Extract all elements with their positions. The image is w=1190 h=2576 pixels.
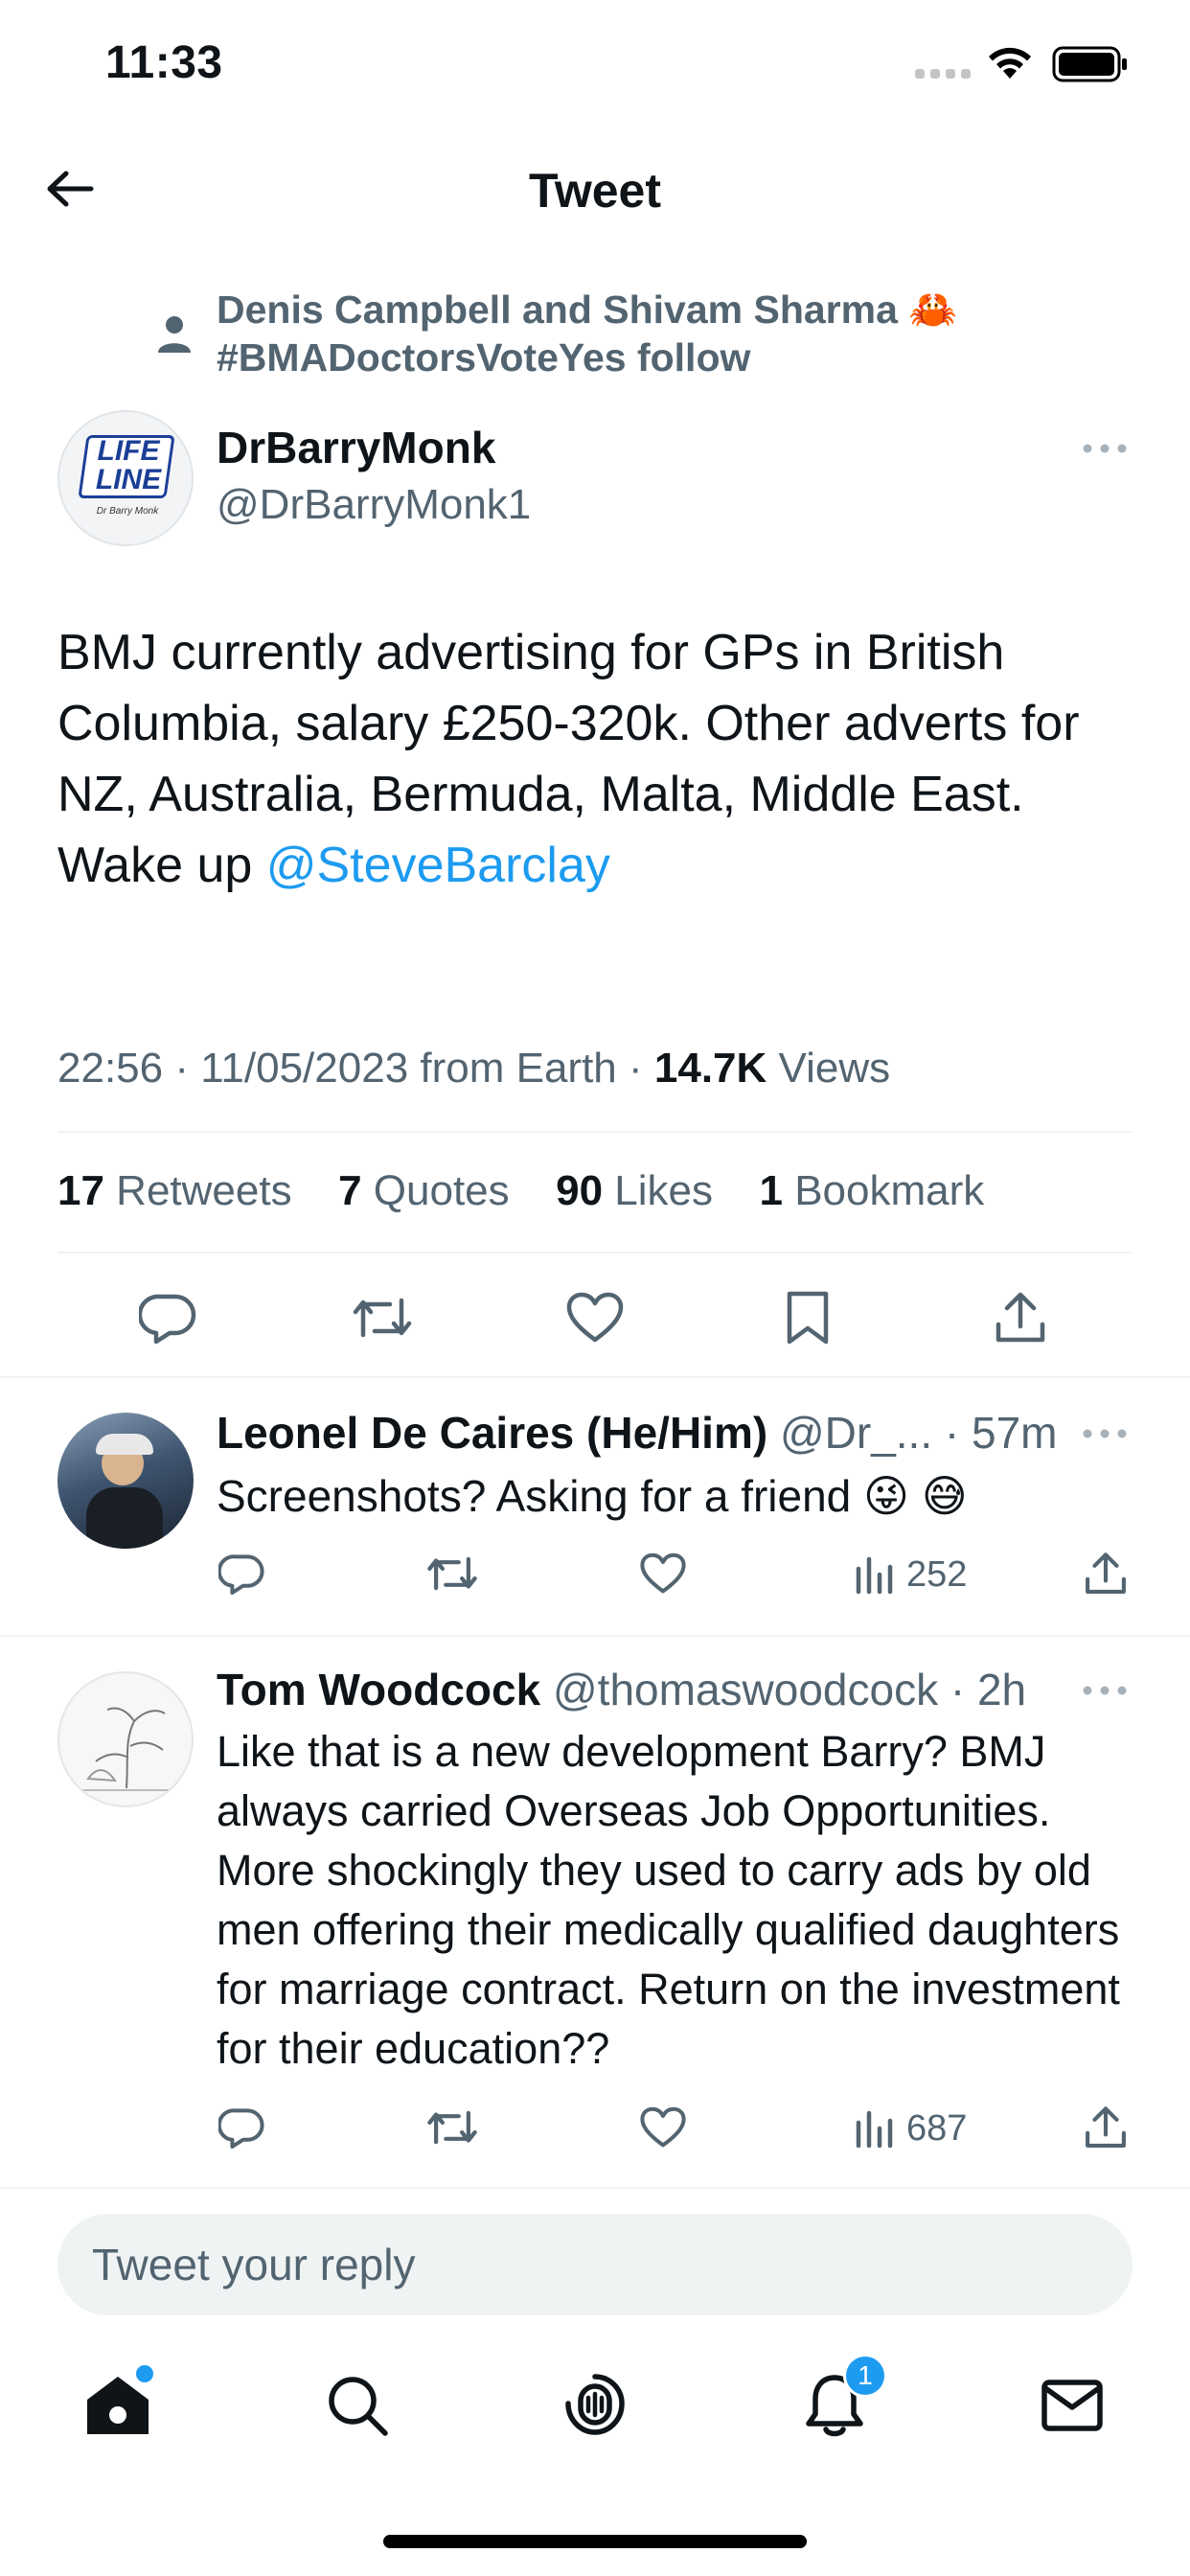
quotes-stat[interactable]: 7 Quotes bbox=[338, 1167, 510, 1214]
divider bbox=[57, 1252, 1133, 1254]
divider bbox=[0, 2187, 1190, 2189]
reply-input-placeholder: Tweet your reply bbox=[92, 2240, 416, 2289]
divider bbox=[57, 1131, 1133, 1133]
more-icon bbox=[1083, 1429, 1127, 1438]
wifi-icon bbox=[985, 44, 1035, 82]
reply-retweet-button[interactable] bbox=[423, 2099, 481, 2156]
person-icon bbox=[155, 314, 194, 355]
divider bbox=[0, 1635, 1190, 1637]
likes-stat[interactable]: 90 Likes bbox=[556, 1167, 713, 1214]
reply-share-button[interactable] bbox=[1077, 2099, 1134, 2156]
tab-search[interactable] bbox=[314, 2365, 400, 2446]
tweet-body: BMJ currently advertising for GPs in Bri… bbox=[57, 625, 1080, 822]
reply-author-handle[interactable]: @thomaswoodcock · 2h bbox=[553, 1665, 1026, 1714]
tweet-meta: 22:56 · 11/05/2023 from Earth · 14.7K Vi… bbox=[57, 1045, 890, 1092]
battery-icon bbox=[1052, 46, 1129, 82]
mail-icon bbox=[1041, 2380, 1103, 2431]
reply-share-button[interactable] bbox=[1077, 1545, 1134, 1602]
tweet-timestamp: 22:56 · 11/05/2023 from Earth · bbox=[57, 1045, 654, 1092]
bookmarks-stat[interactable]: 1 Bookmark bbox=[759, 1167, 984, 1214]
reply-text: Screenshots? Asking for a friend 😜 😅 bbox=[217, 1471, 968, 1521]
reply-icon bbox=[139, 1294, 196, 1345]
retweet-icon bbox=[427, 1556, 477, 1591]
reply-reply-button[interactable] bbox=[213, 1545, 270, 1602]
avatar-logo-text-2: LINE bbox=[95, 464, 162, 495]
home-unread-dot bbox=[136, 2365, 153, 2382]
tab-home[interactable] bbox=[75, 2365, 161, 2446]
tweet-stats: 17 Retweets 7 Quotes 90 Likes 1 Bookmark bbox=[57, 1167, 984, 1215]
reply-views[interactable]: 252 bbox=[855, 1551, 967, 1598]
search-icon bbox=[329, 2377, 388, 2436]
reply-avatar[interactable] bbox=[57, 1413, 194, 1549]
share-icon bbox=[1086, 1552, 1126, 1594]
home-icon bbox=[87, 2377, 149, 2434]
analytics-icon bbox=[856, 1556, 893, 1594]
tab-notifications[interactable]: 1 bbox=[791, 2354, 887, 2446]
reply-reply-button[interactable] bbox=[213, 2099, 270, 2156]
share-icon bbox=[995, 1292, 1045, 1343]
status-bar: 11:33 bbox=[0, 0, 1190, 134]
retweet-button[interactable] bbox=[349, 1284, 416, 1351]
reply-input[interactable]: Tweet your reply bbox=[57, 2214, 1133, 2315]
reply-icon bbox=[218, 2108, 264, 2149]
reply-icon bbox=[218, 1554, 264, 1595]
reply-like-button[interactable] bbox=[634, 1545, 692, 1602]
analytics-icon bbox=[856, 2110, 893, 2148]
share-icon bbox=[1086, 2106, 1126, 2148]
reply-button[interactable] bbox=[134, 1284, 201, 1351]
status-time: 11:33 bbox=[105, 37, 223, 88]
views-count: 14.7K bbox=[653, 1045, 767, 1092]
reply-more-button[interactable] bbox=[1071, 1414, 1138, 1453]
home-indicator[interactable] bbox=[383, 2535, 807, 2548]
reply-views[interactable]: 687 bbox=[855, 2104, 967, 2152]
reply-header: Leonel De Caires (He/Him) @Dr_... · 57m bbox=[217, 1407, 1057, 1459]
reply-avatar[interactable] bbox=[57, 1671, 194, 1807]
reply-like-button[interactable] bbox=[634, 2099, 692, 2156]
mention-link[interactable]: @SteveBarclay bbox=[266, 838, 610, 893]
reply-retweet-button[interactable] bbox=[423, 1545, 481, 1602]
page-title: Tweet bbox=[529, 164, 661, 218]
avatar-logo-text-3: Dr Barry Monk bbox=[96, 506, 159, 517]
retweet-icon bbox=[353, 1298, 412, 1338]
more-options-button[interactable] bbox=[1071, 429, 1138, 468]
reply-header: Tom Woodcock @thomaswoodcock · 2h bbox=[217, 1664, 1026, 1715]
cellular-signal-icon bbox=[915, 67, 971, 80]
retweet-icon bbox=[427, 2110, 477, 2145]
author-name[interactable]: DrBarryMonk bbox=[217, 422, 495, 473]
share-button[interactable] bbox=[987, 1284, 1054, 1351]
retweets-stat[interactable]: 17 Retweets bbox=[57, 1167, 292, 1214]
bookmark-button[interactable] bbox=[774, 1284, 841, 1351]
reply-text: Like that is a new development Barry? BM… bbox=[217, 1727, 1120, 2073]
reply-author-handle[interactable]: @Dr_... · 57m bbox=[780, 1408, 1058, 1458]
heart-icon bbox=[566, 1292, 624, 1343]
more-icon bbox=[1083, 444, 1127, 453]
avatar-logo-text-1: LIFE bbox=[97, 435, 160, 467]
tweet-text: BMJ currently advertising for GPs in Bri… bbox=[57, 617, 1140, 901]
reply-author-name[interactable]: Tom Woodcock bbox=[217, 1665, 540, 1714]
views-label: Views bbox=[767, 1045, 891, 1092]
author-handle[interactable]: @DrBarryMonk1 bbox=[217, 481, 531, 529]
heart-icon bbox=[640, 1552, 686, 1594]
like-button[interactable] bbox=[561, 1284, 629, 1351]
tab-spaces[interactable] bbox=[552, 2365, 638, 2446]
heart-icon bbox=[640, 2106, 686, 2148]
reply-views-count: 687 bbox=[906, 2107, 968, 2149]
bookmark-icon bbox=[787, 1291, 829, 1345]
reply-views-count: 252 bbox=[906, 1553, 968, 1595]
tweet-body-prefix: Wake up bbox=[57, 838, 266, 893]
more-icon bbox=[1083, 1686, 1127, 1695]
reply-author-name[interactable]: Leonel De Caires (He/Him) bbox=[217, 1408, 767, 1458]
divider bbox=[0, 1376, 1190, 1378]
reply-more-button[interactable] bbox=[1071, 1671, 1138, 1710]
spaces-microphone-icon bbox=[565, 2374, 625, 2435]
author-avatar[interactable]: LIFE LINE Dr Barry Monk bbox=[57, 410, 194, 546]
notification-badge: 1 bbox=[843, 2354, 887, 2398]
social-context[interactable]: Denis Campbell and Shivam Sharma 🦀 #BMAD… bbox=[217, 286, 1002, 381]
tab-messages[interactable] bbox=[1029, 2365, 1115, 2446]
